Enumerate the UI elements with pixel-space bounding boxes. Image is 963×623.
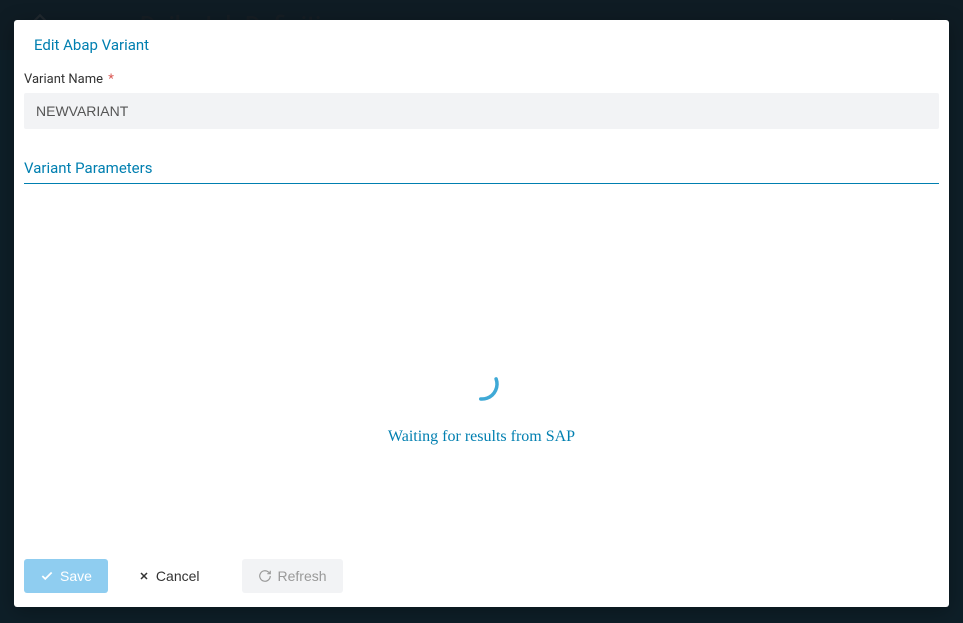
modal-body[interactable]: Variant Name * Variant Parameters Waitin… (14, 54, 949, 545)
modal-header: Edit Abap Variant (14, 20, 949, 54)
save-button[interactable]: Save (24, 559, 108, 593)
loading-area: Waiting for results from SAP (24, 184, 939, 545)
edit-variant-modal: Edit Abap Variant Variant Name * Variant… (14, 20, 949, 607)
variant-name-input[interactable] (24, 93, 939, 129)
check-icon (40, 569, 54, 583)
modal-title: Edit Abap Variant (34, 36, 929, 54)
variant-parameters-section-title: Variant Parameters (24, 159, 939, 184)
loading-status-text: Waiting for results from SAP (388, 428, 575, 446)
refresh-icon (258, 569, 272, 583)
loading-spinner-icon (462, 364, 502, 404)
variant-name-label: Variant Name * (24, 72, 939, 87)
required-asterisk: * (108, 72, 114, 87)
cancel-button[interactable]: Cancel (122, 559, 216, 593)
modal-footer: Save Cancel Refresh (14, 545, 949, 607)
refresh-button[interactable]: Refresh (242, 559, 343, 593)
close-icon (138, 570, 150, 582)
